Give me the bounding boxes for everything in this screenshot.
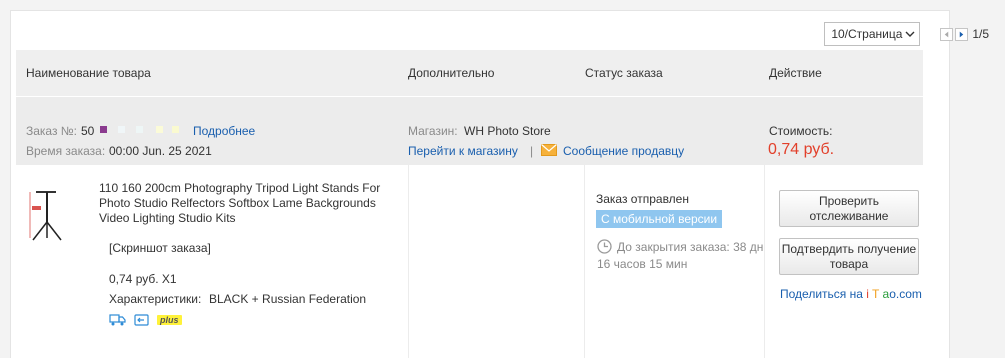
order-number: 50 bbox=[81, 124, 95, 138]
cost-label: Стоимость: bbox=[769, 124, 833, 138]
redacted-block bbox=[136, 126, 143, 133]
cost-value: 0,74 руб. bbox=[768, 141, 835, 158]
header-product: Наименование товара bbox=[26, 66, 151, 80]
order-time-value: 00:00 Jun. 25 2021 bbox=[109, 144, 212, 158]
order-status-text: Заказ отправлен bbox=[596, 192, 689, 206]
next-page-button[interactable] bbox=[955, 27, 969, 41]
share-site-letter: i bbox=[866, 287, 869, 301]
redacted-block bbox=[118, 126, 125, 133]
link-separator: | bbox=[530, 144, 534, 158]
service-icons: plus bbox=[109, 314, 182, 326]
arrow-left-icon bbox=[945, 31, 949, 37]
page-indicator: 1/5 bbox=[972, 27, 989, 41]
order-time-label: Время заказа: bbox=[26, 144, 106, 158]
specs-value: BLACK + Russian Federation bbox=[209, 292, 367, 306]
confirm-receipt-button[interactable]: Подтвердить получение товара bbox=[779, 238, 919, 275]
message-seller-link[interactable]: Сообщение продавцу bbox=[563, 144, 684, 158]
envelope-icon bbox=[541, 144, 557, 156]
go-to-store-link[interactable]: Перейти к магазину bbox=[408, 144, 518, 158]
product-thumbnail[interactable] bbox=[22, 178, 72, 244]
plus-badge: plus bbox=[157, 315, 182, 325]
header-action: Действие bbox=[769, 66, 822, 80]
column-divider bbox=[584, 165, 585, 358]
share-site-rest: o.com bbox=[889, 287, 922, 301]
specs-label: Характеристики: bbox=[109, 292, 202, 306]
close-countdown: До закрытия заказа: 38 дн 16 часов 15 ми… bbox=[597, 240, 764, 271]
page-size-value: 10/Страница bbox=[831, 27, 903, 41]
chevron-down-icon bbox=[905, 31, 915, 37]
order-screenshot-link[interactable]: [Скриншот заказа] bbox=[109, 241, 211, 255]
order-details-link[interactable]: Подробнее bbox=[193, 124, 255, 138]
order-number-label: Заказ №: bbox=[26, 124, 78, 138]
arrow-right-icon bbox=[960, 31, 964, 37]
store-name: WH Photo Store bbox=[464, 124, 551, 138]
store-label: Магазин: bbox=[408, 124, 458, 138]
table-header: Наименование товара Дополнительно Статус… bbox=[16, 50, 923, 96]
header-additional: Дополнительно bbox=[408, 66, 495, 80]
check-tracking-button[interactable]: Проверить отслеживание bbox=[779, 190, 919, 227]
share-link[interactable]: Поделиться на i T ao.com bbox=[780, 287, 922, 301]
header-status: Статус заказа bbox=[585, 66, 663, 80]
redacted-block bbox=[172, 126, 179, 133]
share-prefix: Поделиться на bbox=[780, 287, 863, 301]
return-icon[interactable] bbox=[134, 314, 149, 326]
mobile-version-badge: С мобильной версии bbox=[596, 210, 723, 228]
share-site-letter: T bbox=[872, 287, 880, 301]
product-title-link[interactable]: 110 160 200cm Photography Tripod Light S… bbox=[99, 181, 399, 226]
order-info-bar: Заказ №: 50 Подробнее Время заказа: 00:0… bbox=[16, 97, 923, 165]
redacted-block bbox=[100, 126, 107, 133]
pager: 10/Страница 1/5 bbox=[824, 22, 989, 46]
redacted-block bbox=[156, 126, 163, 133]
item-price-qty: 0,74 руб. X1 bbox=[109, 272, 177, 286]
delivery-truck-icon[interactable] bbox=[109, 314, 126, 326]
page-size-select[interactable]: 10/Страница bbox=[824, 22, 921, 46]
prev-page-button[interactable] bbox=[940, 27, 954, 41]
column-divider bbox=[408, 165, 409, 358]
